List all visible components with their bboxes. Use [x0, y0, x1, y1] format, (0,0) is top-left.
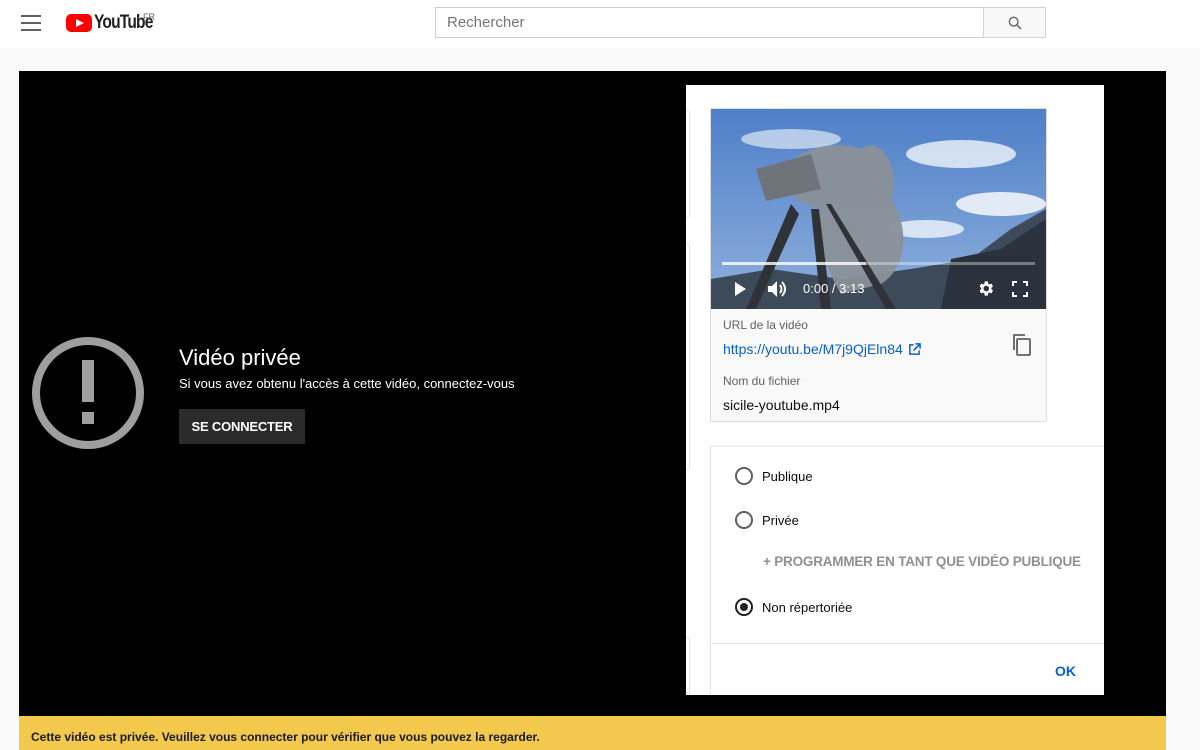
- visibility-option-public[interactable]: Publique: [735, 467, 813, 485]
- card-edge: [686, 637, 690, 695]
- divider: [711, 643, 1104, 644]
- top-bar: YouTube FR: [0, 0, 1200, 48]
- volume-icon[interactable]: [767, 279, 789, 299]
- video-progress-bar[interactable]: [722, 262, 1035, 265]
- fullscreen-icon[interactable]: [1012, 281, 1028, 297]
- progress-buffered: [722, 262, 866, 265]
- play-icon[interactable]: [733, 281, 747, 297]
- filename-label: Nom du fichier: [723, 374, 801, 388]
- search-button[interactable]: [983, 7, 1046, 38]
- private-video-title: Vidéo privée: [179, 345, 301, 370]
- card-edge: [686, 110, 690, 218]
- copy-icon[interactable]: [1011, 333, 1033, 357]
- menu-icon[interactable]: [21, 15, 41, 31]
- private-video-banner: Cette vidéo est privée. Veuillez vous co…: [19, 716, 1166, 750]
- video-preview[interactable]: 0:00 / 3:13: [711, 109, 1046, 309]
- banner-text: Cette vidéo est privée. Veuillez vous co…: [31, 730, 540, 744]
- url-label: URL de la vidéo: [723, 318, 808, 332]
- visibility-option-unlisted[interactable]: Non répertoriée: [735, 598, 852, 616]
- external-link-icon[interactable]: [908, 342, 921, 356]
- visibility-option-private[interactable]: Privée: [735, 511, 799, 529]
- video-time: 0:00 / 3:13: [803, 281, 865, 296]
- radio-label-unlisted: Non répertoriée: [762, 599, 853, 615]
- radio-label-public: Publique: [762, 468, 813, 484]
- radio-label-private: Privée: [762, 512, 799, 528]
- video-thumbnail-scene: [711, 109, 1046, 309]
- video-url-link[interactable]: https://youtu.be/M7j9QjEln84: [723, 341, 903, 357]
- studio-overlay-panel: 0:00 / 3:13 URL de la vidéo https://yout…: [686, 85, 1104, 695]
- video-url-row: https://youtu.be/M7j9QjEln84: [723, 341, 921, 357]
- settings-gear-icon[interactable]: [976, 279, 995, 298]
- radio-public[interactable]: [735, 467, 753, 485]
- search-input[interactable]: [435, 7, 984, 38]
- radio-unlisted[interactable]: [735, 598, 753, 616]
- visibility-card: Publique Privée + PROGRAMMER EN TANT QUE…: [710, 446, 1104, 695]
- private-video-subtitle: Si vous avez obtenu l'accès à cette vidé…: [179, 376, 515, 391]
- search-icon: [1008, 16, 1022, 30]
- schedule-public-link[interactable]: + PROGRAMMER EN TANT QUE VIDÉO PUBLIQUE: [763, 554, 1081, 569]
- alert-circle-icon: [32, 337, 144, 449]
- youtube-play-icon: [66, 14, 92, 32]
- card-edge: [686, 243, 690, 470]
- video-details-card: 0:00 / 3:13 URL de la vidéo https://yout…: [710, 108, 1047, 422]
- ok-button[interactable]: OK: [1055, 663, 1076, 679]
- radio-private[interactable]: [735, 511, 753, 529]
- filename-value: sicile-youtube.mp4: [723, 397, 840, 413]
- sign-in-button[interactable]: SE CONNECTER: [179, 409, 305, 444]
- country-code: FR: [143, 12, 155, 22]
